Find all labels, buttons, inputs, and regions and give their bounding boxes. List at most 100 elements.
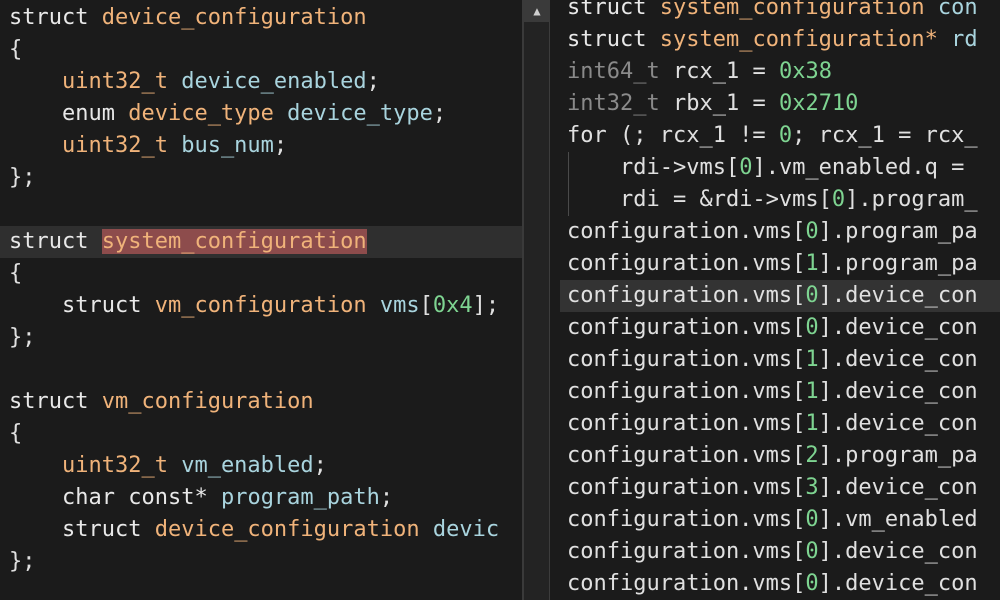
scroll-thumb[interactable] — [549, 22, 550, 600]
code-line[interactable]: for (; rcx_1 != 0; rcx_1 = rcx_ — [560, 120, 1000, 152]
types-pane[interactable]: struct device_configuration { uint32_t d… — [0, 0, 522, 600]
number-literal: 0 — [739, 155, 753, 180]
code-line[interactable]: { — [0, 34, 522, 66]
semicolon: ; — [432, 101, 447, 126]
code-line[interactable]: { — [0, 258, 522, 290]
code-text: rdi->vms[ — [619, 155, 740, 180]
xref-line[interactable]: configuration.vms[0].device_con — [560, 568, 1000, 600]
code-line[interactable]: struct device_configuration devic — [0, 514, 522, 546]
field-name[interactable]: vms — [380, 293, 420, 318]
type-name[interactable]: device_configuration — [102, 5, 367, 30]
code-line[interactable]: { — [0, 418, 522, 450]
code-line[interactable]: struct vm_configuration vms[0x4]; — [0, 290, 522, 322]
type-name[interactable]: uint32_t — [62, 453, 168, 478]
code-line[interactable]: int32_t rbx_1 = 0x2710 — [560, 88, 1000, 120]
operator: = — [752, 91, 766, 116]
xref-line-current[interactable]: configuration.vms[0].device_con — [560, 280, 1000, 312]
number-literal: 0 — [805, 539, 819, 564]
semicolon: ; — [379, 485, 394, 510]
code-text: ].vm_enabled.q = — [752, 155, 965, 180]
xref-line[interactable]: configuration.vms[0].vm_enabled — [560, 504, 1000, 536]
code-line-current[interactable]: struct system_configuration — [0, 226, 522, 258]
xref-line[interactable]: configuration.vms[3].device_con — [560, 472, 1000, 504]
var-name[interactable]: rbx_1 — [673, 91, 739, 116]
brace: }; — [9, 549, 36, 574]
code-line[interactable]: int64_t rcx_1 = 0x38 — [560, 56, 1000, 88]
code-line[interactable]: struct system_configuration con — [560, 0, 1000, 24]
field-name[interactable]: device_enabled — [181, 69, 366, 94]
field-name[interactable]: devic — [433, 517, 499, 542]
code-text: ].program_pa — [818, 219, 978, 244]
keyword: struct — [61, 293, 142, 318]
bracket: [ — [419, 293, 433, 318]
code-line[interactable]: }; — [0, 546, 522, 578]
code-line[interactable]: uint32_t bus_num; — [0, 130, 522, 162]
xref-line[interactable]: configuration.vms[1].device_con — [560, 376, 1000, 408]
code-text: configuration.vms[ — [567, 283, 806, 308]
brace: { — [9, 421, 23, 446]
code-text: configuration.vms[ — [567, 347, 806, 372]
code-line[interactable]: struct device_configuration — [0, 2, 522, 34]
operator: = — [752, 59, 766, 84]
code-text: configuration.vms[ — [567, 475, 806, 500]
selected-type-name[interactable]: system_configuration — [101, 229, 367, 254]
code-text: configuration.vms[ — [567, 315, 806, 340]
type-name[interactable]: int32_t — [567, 91, 660, 116]
code-line[interactable]: enum device_type device_type; — [0, 98, 522, 130]
code-text: ; rcx_1 = rcx_ — [792, 123, 978, 148]
code-line[interactable]: uint32_t vm_enabled; — [0, 450, 522, 482]
brace: }; — [9, 165, 36, 190]
number-literal: 0x2710 — [778, 91, 859, 116]
code-line[interactable]: struct system_configuration* rd — [560, 24, 1000, 56]
code-text: ].device_con — [818, 539, 978, 564]
type-name[interactable]: system_configuration* — [660, 27, 938, 52]
code-text: ].device_con — [818, 571, 978, 596]
keyword: const* — [128, 485, 208, 510]
code-line[interactable]: rdi->vms[0].vm_enabled.q = — [560, 152, 1000, 184]
type-name[interactable]: uint32_t — [62, 133, 168, 158]
code-line[interactable]: rdi = &rdi->vms[0].program_ — [560, 184, 1000, 216]
field-name[interactable]: vm_enabled — [181, 453, 313, 478]
number-literal: 0 — [805, 571, 819, 596]
code-pane[interactable]: struct system_configuration con struct s… — [560, 0, 1000, 600]
xref-line[interactable]: configuration.vms[0].device_con — [560, 312, 1000, 344]
scroll-up-arrow-icon[interactable]: ▲ — [524, 0, 550, 22]
code-line[interactable]: uint32_t device_enabled; — [0, 66, 522, 98]
type-name[interactable]: system_configuration — [660, 0, 925, 20]
type-name[interactable]: device_type — [128, 101, 274, 126]
var-name[interactable]: con — [938, 0, 978, 20]
number-literal: 0 — [805, 507, 819, 532]
xref-line[interactable]: configuration.vms[0].device_con — [560, 536, 1000, 568]
var-name[interactable]: rd — [951, 27, 978, 52]
type-name[interactable]: vm_configuration — [155, 293, 367, 318]
type-name[interactable]: vm_configuration — [102, 389, 314, 414]
number-literal: 1 — [805, 379, 819, 404]
field-name[interactable]: program_path — [221, 485, 380, 510]
keyword: struct — [9, 229, 89, 254]
code-line[interactable]: struct vm_configuration — [0, 386, 522, 418]
field-name[interactable]: bus_num — [181, 133, 274, 158]
semicolon: ; — [313, 453, 327, 478]
code-text: configuration.vms[ — [567, 219, 806, 244]
xref-line[interactable]: configuration.vms[1].device_con — [560, 344, 1000, 376]
type-name[interactable]: device_configuration — [155, 517, 420, 542]
number-literal: 0 — [831, 187, 846, 212]
scroll-track[interactable] — [524, 22, 550, 600]
code-text: ].device_con — [818, 411, 978, 436]
code-line[interactable]: }; — [0, 322, 522, 354]
keyword: struct — [9, 5, 89, 30]
semicolon: ; — [366, 69, 380, 94]
code-line[interactable]: }; — [0, 162, 522, 194]
vertical-scrollbar[interactable]: ▲ — [524, 0, 550, 600]
code-line[interactable]: char const* program_path; — [0, 482, 522, 514]
code-text: rdi = &rdi->vms[ — [619, 187, 832, 212]
xref-line[interactable]: configuration.vms[1].program_pa — [560, 248, 1000, 280]
field-name[interactable]: device_type — [287, 101, 433, 126]
type-name[interactable]: uint32_t — [62, 69, 168, 94]
var-name[interactable]: rcx_1 — [673, 59, 739, 84]
number-literal: 2 — [805, 443, 819, 468]
xref-line[interactable]: configuration.vms[1].device_con — [560, 408, 1000, 440]
xref-line[interactable]: configuration.vms[0].program_pa — [560, 216, 1000, 248]
type-name[interactable]: int64_t — [567, 59, 660, 84]
xref-line[interactable]: configuration.vms[2].program_pa — [560, 440, 1000, 472]
